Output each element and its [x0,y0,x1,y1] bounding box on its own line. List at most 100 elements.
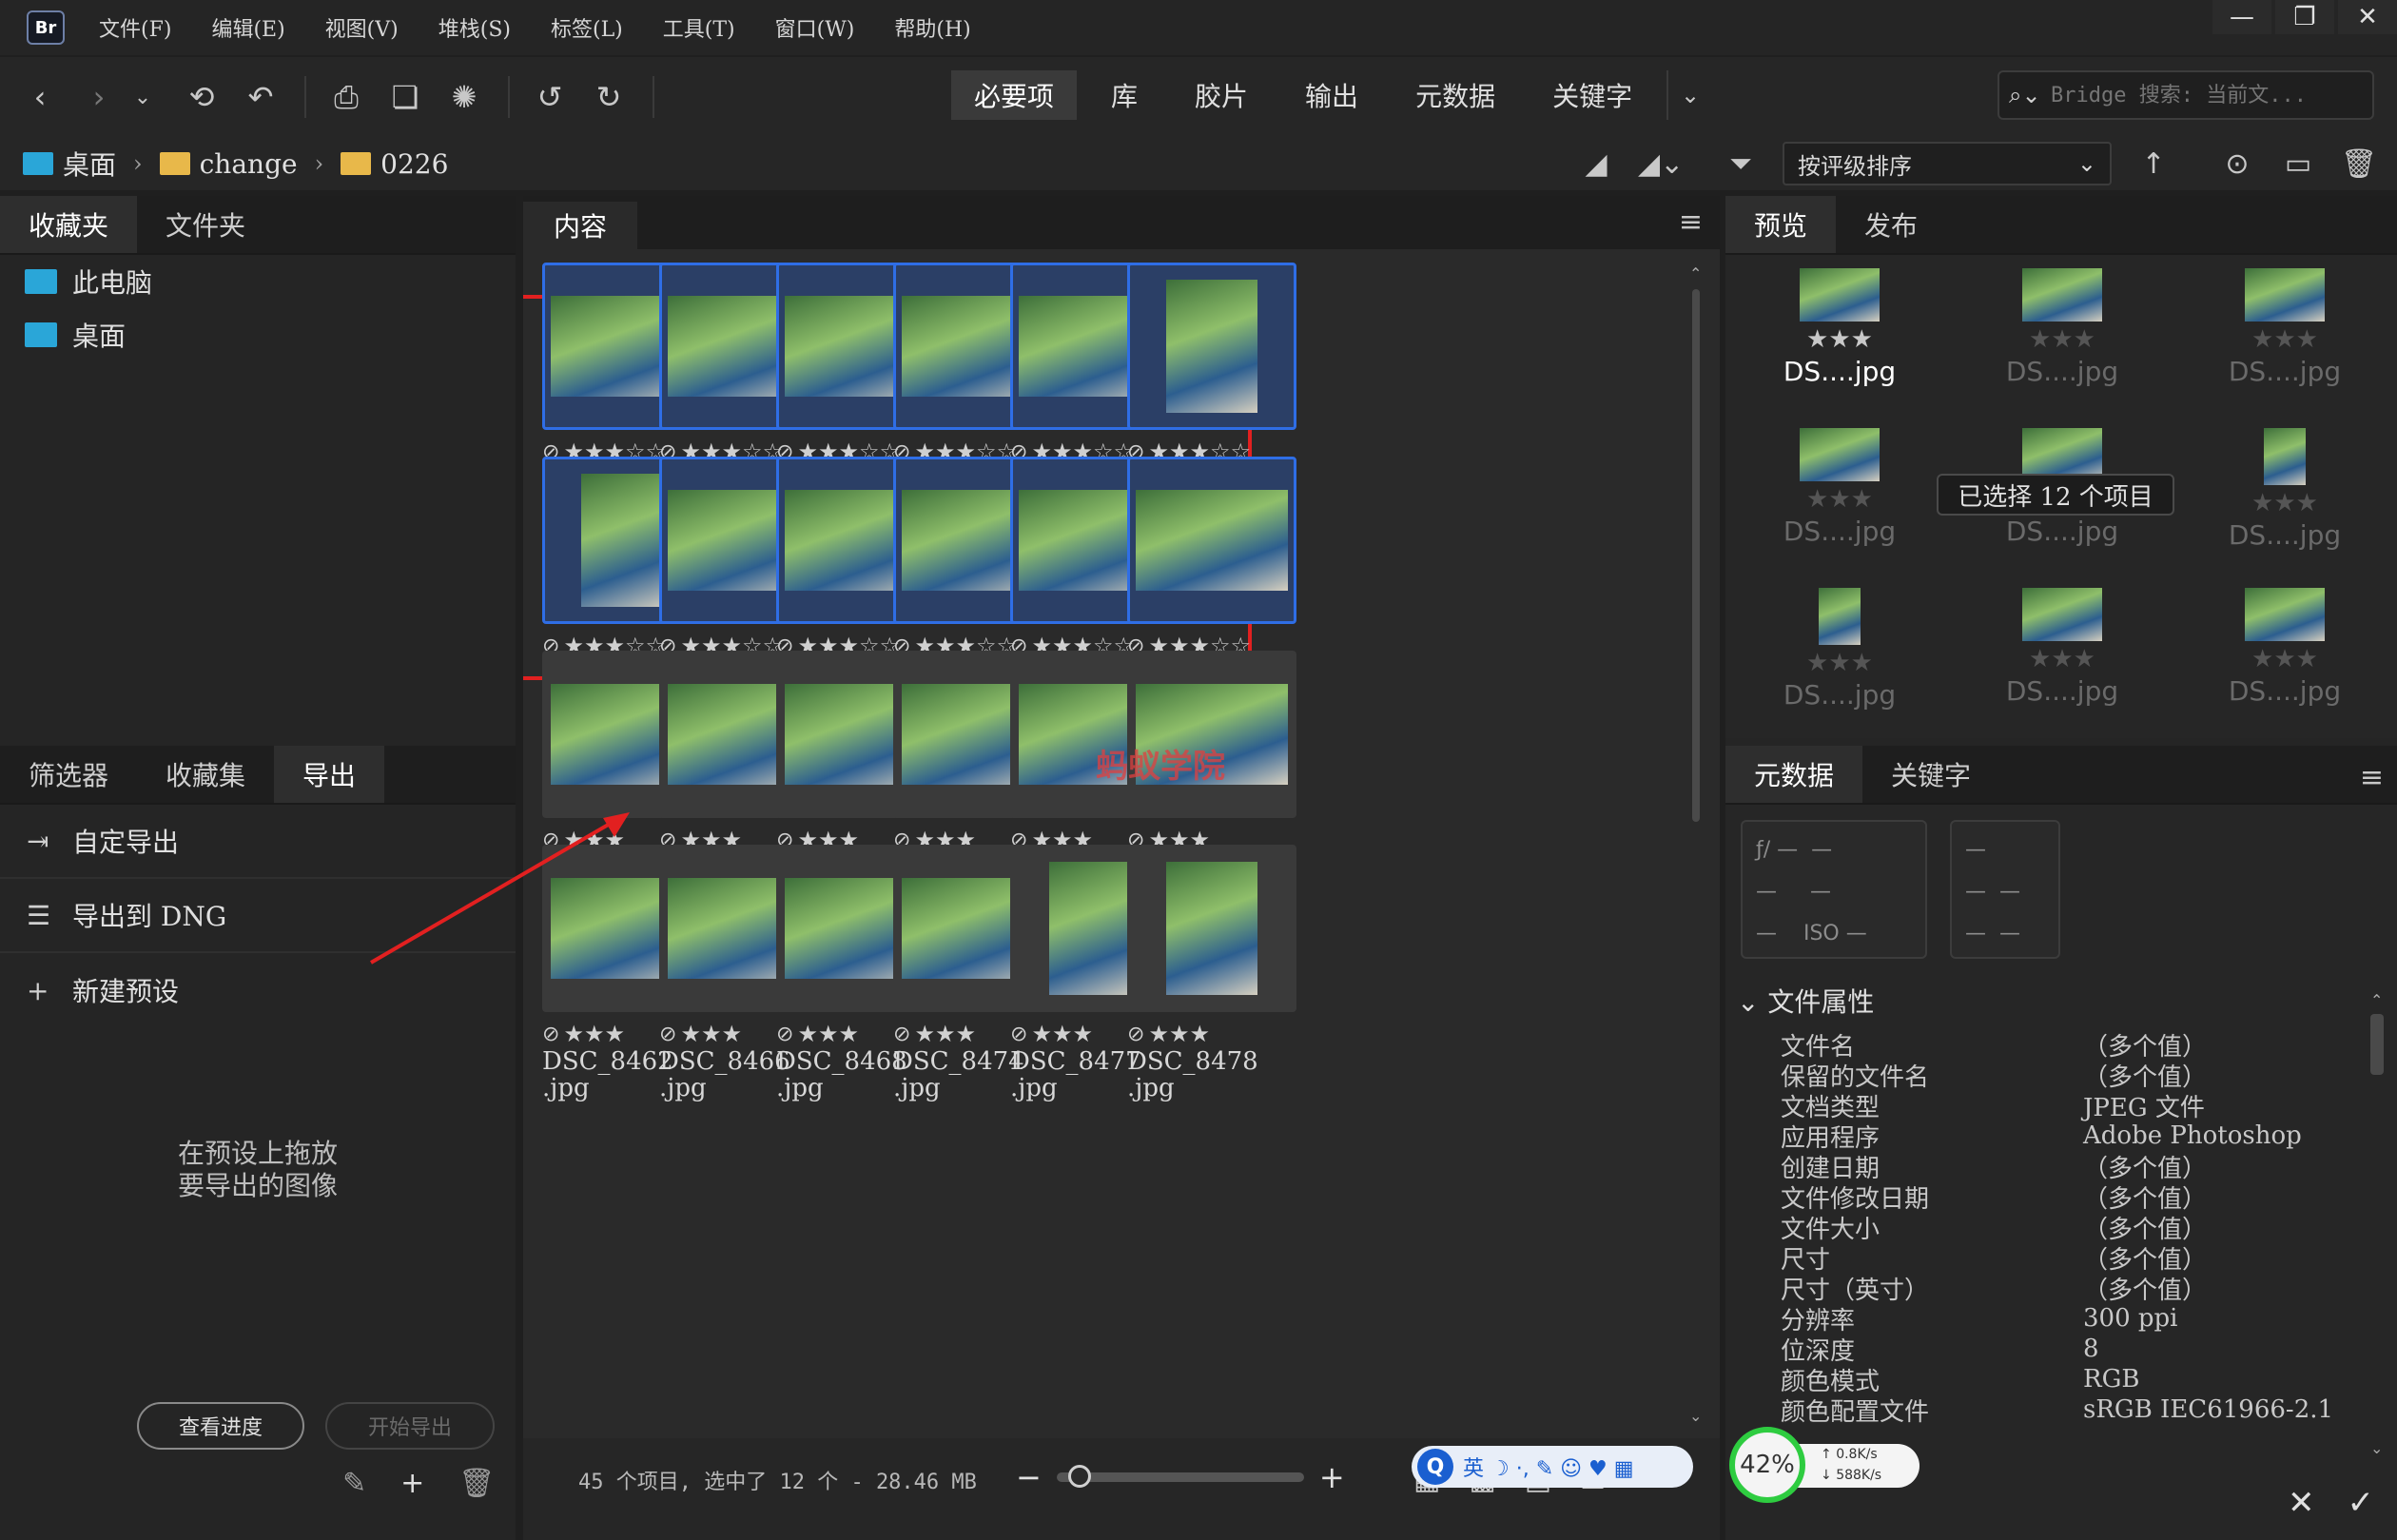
add-preset-icon[interactable]: + [400,1467,424,1500]
quality-icon[interactable]: ◢ [1577,147,1615,181]
rotate-left-icon[interactable]: ↺ [531,78,569,116]
sort-direction-icon[interactable]: ↑ [2134,147,2173,181]
tab-preview[interactable]: 预览 [1725,196,1837,253]
panel-menu-icon[interactable]: ≡ [1679,205,1703,239]
star-rating[interactable]: ★★★ [563,1021,625,1047]
search-box[interactable]: ⌕⌄ [1998,70,2374,120]
boomerang-icon[interactable]: ↶ [242,78,280,116]
menu-item[interactable]: 编辑(E) [211,12,284,43]
tab-keywords[interactable]: 关键字 [1862,746,1999,803]
thumbnail[interactable]: ⊘ ★★★ DSC_8478 .jpg [1127,845,1304,1101]
file-properties-header[interactable]: ⌄ 文件属性 [1737,982,1874,1020]
zoom-slider-knob[interactable] [1067,1465,1091,1488]
menu-item[interactable]: 窗口(W) [775,12,855,43]
workspace-tab[interactable]: 库 [1088,70,1160,120]
trash-icon[interactable]: 🗑 [458,1467,495,1500]
star-rating[interactable]: ★★★ [1148,1021,1210,1047]
start-export-button[interactable]: 开始导出 [325,1402,495,1450]
input-method-bar[interactable]: Q 英 ☽ ·, ✎ ☺ ♥ ▦ [1412,1446,1693,1488]
reject-icon[interactable]: ⊘ [542,1023,559,1046]
tab-export[interactable]: 导出 [274,746,385,803]
minimize-button[interactable]: — [2212,0,2271,34]
camera-import-icon[interactable]: ⎙ [327,78,365,116]
sort-dropdown[interactable]: 按评级排序 ⌄ [1783,142,2112,185]
rotate-right-icon[interactable]: ↻ [590,78,628,116]
reject-icon[interactable]: ⊘ [893,1023,910,1046]
scroll-thumb[interactable] [1692,289,1700,822]
star-rating[interactable]: ★★★ [1031,1021,1093,1047]
reject-icon[interactable]: ⊘ [1010,1023,1027,1046]
menu-item[interactable]: 标签(L) [551,12,623,43]
workspace-tab[interactable]: 元数据 [1393,70,1518,120]
workspace-tab[interactable]: 必要项 [951,70,1078,120]
search-icon[interactable]: ⌕⌄ [2009,82,2051,108]
workspace-more-icon[interactable]: ⌄ [1666,70,1712,120]
chevron-right-icon[interactable]: › [133,150,143,177]
chevron-right-icon[interactable]: › [315,150,324,177]
export-dng[interactable]: ☰ 导出到 DNG [0,879,516,953]
cancel-icon[interactable]: ✕ [2288,1484,2315,1522]
thumbnail-frame[interactable] [1127,457,1296,624]
chevron-down-icon[interactable]: ⌄ [124,78,162,116]
view-progress-button[interactable]: 查看进度 [137,1402,304,1450]
export-new-preset[interactable]: + 新建预设 [0,953,516,1027]
scroll-down-icon[interactable]: ⌄ [2370,1439,2383,1457]
zoom-out-icon[interactable]: − [1016,1459,1042,1495]
new-folder-icon[interactable]: ▭ [2279,147,2317,181]
breadcrumb-change[interactable]: change [200,148,298,180]
menu-item[interactable]: 视图(V) [325,12,399,43]
thumbnail-frame[interactable] [1127,263,1296,430]
favorite-desktop[interactable]: 桌面 [0,308,516,361]
star-rating[interactable]: ★★★ [680,1021,742,1047]
metadata-scrollbar[interactable]: ⌃ ⌄ [2367,991,2387,1457]
favorite-this-pc[interactable]: 此电脑 [0,255,516,308]
scroll-down-icon[interactable]: ⌄ [1689,1407,1702,1425]
star-rating[interactable]: ★★★ [797,1021,859,1047]
scroll-up-icon[interactable]: ⌃ [2370,991,2383,1009]
reject-icon[interactable]: ⊘ [776,1023,793,1046]
zoom-slider[interactable] [1056,1465,1304,1488]
panel-menu-icon[interactable]: ≡ [2360,761,2384,794]
recent-history-icon[interactable]: ⟲ [183,78,221,116]
zoom-in-icon[interactable]: + [1319,1459,1345,1495]
recent-folder-icon[interactable]: ⊙ [2218,147,2256,181]
workspace-tab[interactable]: 胶片 [1172,70,1271,120]
preview-item[interactable]: ★★★DS....jpg [2180,268,2389,387]
preview-item[interactable]: ★★★DS....jpg [2180,588,2389,707]
preview-item[interactable]: ★★★DS....jpg [1735,268,1944,387]
tab-collections[interactable]: 收藏集 [137,746,274,803]
apply-icon[interactable]: ✓ [2348,1484,2375,1522]
tab-metadata[interactable]: 元数据 [1725,746,1863,803]
pencil-icon[interactable]: ✎ [342,1467,366,1500]
tab-filter[interactable]: 筛选器 [0,746,137,803]
export-custom[interactable]: ⇥ 自定导出 [0,805,516,879]
preview-item[interactable]: ★★★DS....jpg [1958,588,2167,707]
preview-item[interactable]: ★★★DS....jpg [2180,428,2389,551]
workspace-tab[interactable]: 关键字 [1530,70,1655,120]
quality-options-icon[interactable]: ◢⌄ [1638,147,1684,181]
reject-icon[interactable]: ⊘ [1127,1023,1144,1046]
scroll-thumb[interactable] [2370,1014,2384,1075]
tab-folders[interactable]: 文件夹 [137,196,274,253]
content-scrollbar[interactable]: ⌃ ⌄ [1689,264,1703,1425]
breadcrumb-0226[interactable]: 0226 [380,148,448,180]
forward-icon[interactable]: › [80,78,118,116]
tab-content[interactable]: 内容 [523,202,637,249]
search-input[interactable] [2051,83,2365,107]
menu-item[interactable]: 堆栈(S) [438,12,511,43]
scroll-up-icon[interactable]: ⌃ [1689,264,1702,283]
menu-item[interactable]: 文件(F) [99,12,171,43]
back-icon[interactable]: ‹ [21,78,59,116]
creative-cloud-icon[interactable]: ✺ [445,78,483,116]
workspace-tab[interactable]: 输出 [1282,70,1381,120]
trash-icon[interactable]: 🗑 [2340,147,2378,181]
filter-icon[interactable]: ⏷ [1722,147,1760,181]
menu-item[interactable]: 帮助(H) [894,12,970,43]
restore-button[interactable]: ❐ [2275,0,2334,34]
thumbnail-frame[interactable] [1127,845,1296,1012]
refine-icon[interactable]: ❏ [386,78,424,116]
preview-item[interactable]: ★★★DS....jpg [1735,588,1944,711]
close-window-button[interactable]: ✕ [2338,0,2397,34]
menu-item[interactable]: 工具(T) [663,12,735,43]
reject-icon[interactable]: ⊘ [659,1023,676,1046]
